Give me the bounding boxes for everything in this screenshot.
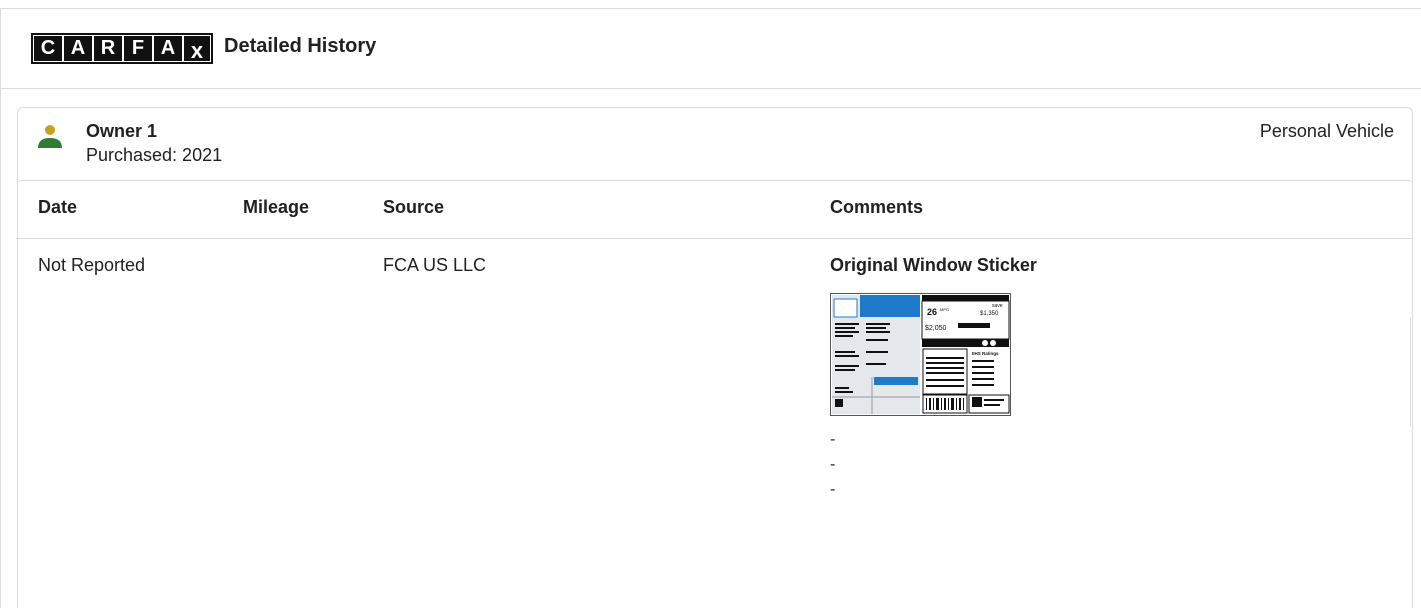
- owner-vehicle-type: Personal Vehicle: [1259, 121, 1394, 141]
- column-header-mileage: Mileage: [243, 197, 310, 217]
- sticker-mpg: 26: [927, 307, 937, 317]
- sticker-mpg-unit: MPG: [940, 307, 949, 312]
- comment-item: -: [830, 456, 836, 473]
- comment-item: -: [830, 431, 836, 448]
- carfax-logo: C A R F A X: [31, 33, 213, 64]
- column-header-date: Date: [38, 197, 78, 217]
- owner-card: Owner 1 Purchased: 2021 Personal Vehicle…: [16, 107, 1414, 608]
- column-header-source: Source: [383, 197, 445, 217]
- comment-item: -: [830, 481, 836, 498]
- logo-letter: C: [34, 36, 62, 61]
- frame-edge: [1410, 318, 1411, 426]
- history-table: Date Mileage Source Comments Not Reporte…: [16, 180, 1414, 608]
- logo-letter: X: [184, 36, 210, 63]
- sticker-fuel-cost: $2,050: [925, 325, 947, 332]
- sticker-save-amount: $1,350: [980, 311, 999, 317]
- sticker-ratings-label: IIHS Ratings: [972, 351, 999, 356]
- logo-letter: A: [154, 36, 182, 61]
- owner-name: Owner 1: [86, 121, 158, 141]
- owner-purchased: Purchased: 2021: [86, 145, 223, 165]
- column-header-comments: Comments: [830, 197, 924, 217]
- row-date: Not Reported: [38, 255, 146, 275]
- history-panel: C A R F A X Detailed History Owner 1 Pur…: [0, 8, 1421, 608]
- header-divider: [16, 238, 1414, 239]
- comment-details: - - -: [830, 427, 835, 502]
- sticker-save-label: save: [992, 303, 1003, 309]
- person-icon: [38, 125, 62, 148]
- logo-letter: A: [64, 36, 92, 61]
- logo-letter: R: [94, 36, 122, 61]
- window-sticker-link[interactable]: Original Window Sticker: [830, 255, 1037, 276]
- row-source: FCA US LLC: [383, 255, 487, 275]
- section-header: C A R F A X Detailed History: [1, 9, 1421, 89]
- window-sticker-thumbnail[interactable]: 26 MPG save $1,350 $2,050 IIHS Ratings: [830, 293, 1011, 416]
- page-title: Detailed History: [224, 35, 377, 57]
- logo-letter: F: [124, 36, 152, 61]
